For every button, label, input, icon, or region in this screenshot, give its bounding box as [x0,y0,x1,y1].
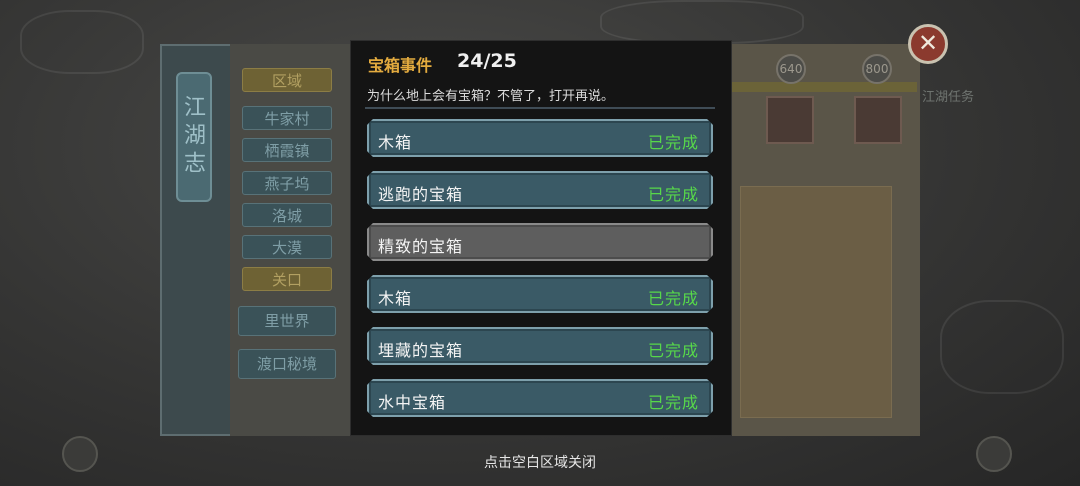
section-dukou-secret[interactable]: 渡口秘境 [238,349,336,379]
reward-badge-1[interactable]: 640 [776,54,806,84]
category-region-header[interactable]: 区域 [242,68,332,92]
map-decoration [600,0,804,44]
category-qixiazhen[interactable]: 栖霞镇 [242,138,332,162]
chest-item-status: 已完成 [647,289,699,308]
chest-event-modal: 宝箱事件 24/25 为什么地上会有宝箱？不管了，打开再说。 木箱 已完成 逃跑… [350,40,732,436]
category-luocheng[interactable]: 洛城 [242,203,332,227]
chest-item-name: 水中宝箱 [378,393,447,412]
side-task-label[interactable]: 江湖任务 [922,86,974,105]
modal-title: 宝箱事件 [368,56,433,75]
chest-item-name: 逃跑的宝箱 [378,185,464,204]
map-sketch [740,186,892,418]
modal-divider [365,107,715,109]
category-yanziwu[interactable]: 燕子坞 [242,171,332,195]
close-hint[interactable]: 点击空白区域关闭 [0,452,1080,472]
section-liworld[interactable]: 里世界 [238,306,336,336]
map-decoration [940,300,1064,394]
category-guankou[interactable]: 关口 [242,267,332,291]
chest-item-row[interactable]: 精致的宝箱 [367,223,713,261]
chest-item-status: 已完成 [647,341,699,360]
journal-title: 江湖志 [176,72,212,202]
chest-item-name: 木箱 [378,133,413,152]
chest-item-name: 埋藏的宝箱 [378,341,464,360]
chest-item-name: 木箱 [378,289,413,308]
progress-bar [732,82,917,92]
chest-item-row[interactable]: 木箱 已完成 [367,275,713,313]
reward-slot-2[interactable] [854,96,902,144]
chest-item-name: 精致的宝箱 [378,237,464,256]
category-niujiacun[interactable]: 牛家村 [242,106,332,130]
reward-badge-2[interactable]: 800 [862,54,892,84]
chest-item-row[interactable]: 逃跑的宝箱 已完成 [367,171,713,209]
chest-item-row[interactable]: 木箱 已完成 [367,119,713,157]
chest-item-status: 已完成 [647,133,699,152]
modal-description: 为什么地上会有宝箱？不管了，打开再说。 [367,89,615,104]
modal-progress-count: 24/25 [457,50,517,72]
reward-slot-1[interactable] [766,96,814,144]
chest-item-row[interactable]: 埋藏的宝箱 已完成 [367,327,713,365]
category-damo[interactable]: 大漠 [242,235,332,259]
chest-item-status: 已完成 [647,393,699,412]
close-button[interactable]: ✕ [908,24,948,64]
map-decoration [20,10,144,74]
chest-item-status: 已完成 [647,185,699,204]
chest-item-row[interactable]: 水中宝箱 已完成 [367,379,713,417]
